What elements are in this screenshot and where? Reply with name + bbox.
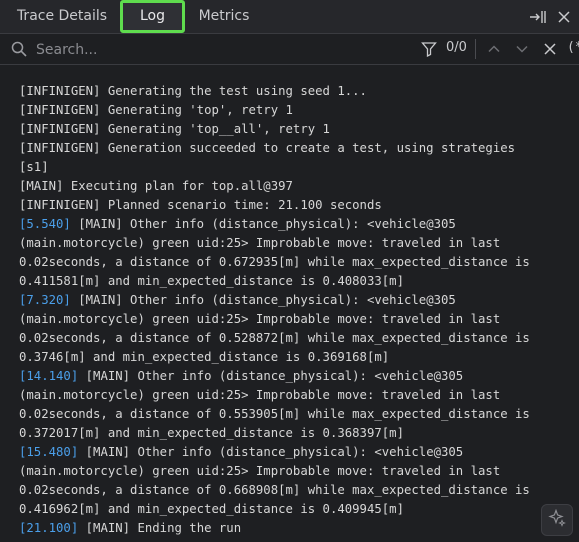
log-text: [INFINIGEN] Generating 'top__all', retry… xyxy=(19,122,330,136)
assist-button[interactable] xyxy=(541,504,573,536)
log-line: [5.540] [MAIN] Other info (distance_phys… xyxy=(19,215,574,234)
log-timestamp[interactable]: [15.480] xyxy=(19,445,78,459)
tab-metrics[interactable]: Metrics xyxy=(186,0,262,33)
log-timestamp[interactable]: [7.320] xyxy=(19,293,71,307)
log-line: (main.motorcycle) green uid:25> Improbab… xyxy=(19,310,574,329)
divider xyxy=(475,39,476,59)
log-line: [15.480] [MAIN] Other info (distance_phy… xyxy=(19,443,574,462)
log-line: [INFINIGEN] Generating 'top', retry 1 xyxy=(19,101,574,120)
log-line: 0.3746[m] and min_expected_distance is 0… xyxy=(19,348,574,367)
chevron-down-icon[interactable] xyxy=(514,41,530,61)
log-text: (main.motorcycle) green uid:25> Improbab… xyxy=(19,236,501,250)
log-text: 0.02seconds, a distance of 0.668908[m] w… xyxy=(19,483,530,497)
filter-icon[interactable] xyxy=(421,41,437,61)
regex-toggle[interactable]: (*) xyxy=(567,40,579,55)
tab-bar-actions xyxy=(527,0,579,33)
log-line: 0.411581[m] and min_expected_distance is… xyxy=(19,272,574,291)
log-timestamp[interactable]: [14.140] xyxy=(19,369,78,383)
log-line: 0.416962[m] and min_expected_distance is… xyxy=(19,500,574,519)
log-line: 0.372017[m] and min_expected_distance is… xyxy=(19,424,574,443)
log-line: [INFINIGEN] Planned scenario time: 21.10… xyxy=(19,196,574,215)
sparkle-icon xyxy=(548,508,566,531)
search-icon xyxy=(11,41,27,61)
log-text: [MAIN] Ending the run xyxy=(78,521,242,535)
log-line: [INFINIGEN] Generating the test using se… xyxy=(19,82,574,101)
log-timestamp[interactable]: [5.540] xyxy=(19,217,71,231)
log-line: 0.02seconds, a distance of 0.553905[m] w… xyxy=(19,405,574,424)
log-line: (main.motorcycle) green uid:25> Improbab… xyxy=(19,462,574,481)
log-text: (main.motorcycle) green uid:25> Improbab… xyxy=(19,388,501,402)
log-text: [INFINIGEN] Generation succeeded to crea… xyxy=(19,141,516,155)
log-text: 0.02seconds, a distance of 0.672935[m] w… xyxy=(19,255,530,269)
log-line: [MAIN] Executing plan for top.all@397 xyxy=(19,177,574,196)
log-line: [s1] xyxy=(19,158,574,177)
tab-log[interactable]: Log xyxy=(120,0,185,33)
log-text: [MAIN] Other info (distance_physical): <… xyxy=(78,445,464,459)
log-line: 0.02seconds, a distance of 0.528872[m] w… xyxy=(19,329,574,348)
log-line: 0.02seconds, a distance of 0.672935[m] w… xyxy=(19,253,574,272)
log-text: [MAIN] Executing plan for top.all@397 xyxy=(19,179,293,193)
log-text: [INFINIGEN] Generating the test using se… xyxy=(19,84,367,98)
match-count: 0/0 xyxy=(446,40,467,55)
log-text: 0.02seconds, a distance of 0.528872[m] w… xyxy=(19,331,530,345)
log-text: 0.411581[m] and min_expected_distance is… xyxy=(19,274,404,288)
chevron-up-icon[interactable] xyxy=(486,41,502,61)
log-lines: [INFINIGEN] Generating the test using se… xyxy=(19,82,574,538)
log-text: 0.372017[m] and min_expected_distance is… xyxy=(19,426,404,440)
log-text: [MAIN] Other info (distance_physical): <… xyxy=(70,217,456,231)
log-text: 0.3746[m] and min_expected_distance is 0… xyxy=(19,350,390,364)
log-text: 0.416962[m] and min_expected_distance is… xyxy=(19,502,404,516)
log-line: (main.motorcycle) green uid:25> Improbab… xyxy=(19,386,574,405)
log-line: [7.320] [MAIN] Other info (distance_phys… xyxy=(19,291,574,310)
log-text: 0.02seconds, a distance of 0.553905[m] w… xyxy=(19,407,530,421)
log-text: (main.motorcycle) green uid:25> Improbab… xyxy=(19,464,501,478)
close-icon[interactable] xyxy=(553,6,575,28)
log-text: [MAIN] Other info (distance_physical): <… xyxy=(78,369,464,383)
log-text: [INFINIGEN] Generating 'top', retry 1 xyxy=(19,103,293,117)
log-line: [INFINIGEN] Generation succeeded to crea… xyxy=(19,139,574,158)
log-text: [INFINIGEN] Planned scenario time: 21.10… xyxy=(19,198,382,212)
log-line: 0.02seconds, a distance of 0.668908[m] w… xyxy=(19,481,574,500)
log-line: [INFINIGEN] Generating 'top__all', retry… xyxy=(19,120,574,139)
log-text: [s1] xyxy=(19,160,49,174)
search-input[interactable] xyxy=(34,38,408,62)
collapse-panel-icon[interactable] xyxy=(527,6,549,28)
log-line: [21.100] [MAIN] Ending the run xyxy=(19,519,574,538)
tab-bar: Trace Details Log Metrics xyxy=(0,0,579,34)
log-text: [MAIN] Other info (distance_physical): <… xyxy=(70,293,456,307)
tab-trace-details[interactable]: Trace Details xyxy=(5,0,119,33)
log-timestamp[interactable]: [21.100] xyxy=(19,521,78,535)
clear-search-icon[interactable] xyxy=(543,41,557,60)
log-line: (main.motorcycle) green uid:25> Improbab… xyxy=(19,234,574,253)
log-text: (main.motorcycle) green uid:25> Improbab… xyxy=(19,312,501,326)
log-search-bar: 0/0 (*) xyxy=(0,34,579,65)
log-line: [14.140] [MAIN] Other info (distance_phy… xyxy=(19,367,574,386)
log-panel: [INFINIGEN] Generating the test using se… xyxy=(0,65,579,542)
